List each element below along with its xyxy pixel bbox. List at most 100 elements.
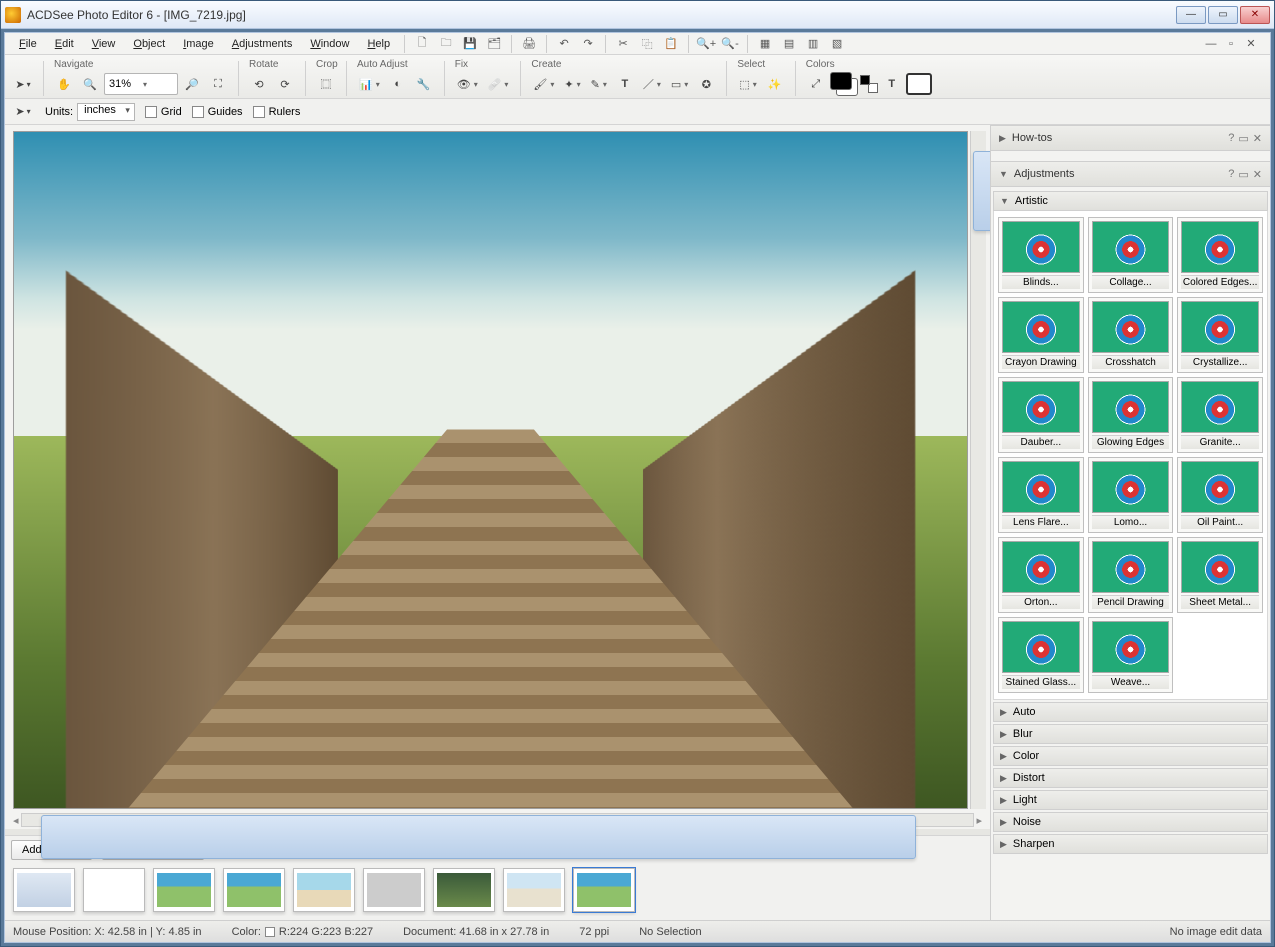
pointer-tool[interactable]: ➤▾ <box>11 72 35 96</box>
eyedropper-icon[interactable]: ⤢ <box>804 72 828 96</box>
artistic-header[interactable]: ▼Artistic <box>993 191 1268 211</box>
effect-item[interactable]: Granite... <box>1177 377 1263 453</box>
redeye-icon[interactable]: 👁 <box>453 72 482 96</box>
scroll-left-icon[interactable]: ◂ <box>13 814 21 827</box>
pointer-tool-2[interactable]: ➤▾ <box>11 100 35 124</box>
cut-icon[interactable]: ✂ <box>612 34 634 54</box>
howtos-panel-header[interactable]: ▶ How-tos ?▭✕ <box>991 125 1270 151</box>
units-select[interactable]: inches <box>77 103 135 121</box>
distort-header[interactable]: ▶Distort <box>993 768 1268 788</box>
effect-item[interactable]: Oil Paint... <box>1177 457 1263 533</box>
effect-item[interactable]: Crosshatch <box>1088 297 1174 373</box>
open-folder-icon[interactable]: 🗀 <box>435 34 457 54</box>
grid-view-icon[interactable]: ▦ <box>754 34 776 54</box>
thumbnail-item[interactable] <box>433 868 495 912</box>
grid-checkbox[interactable]: Grid <box>145 106 182 118</box>
shape-icon[interactable]: ✎ <box>587 72 611 96</box>
thumbnail-item[interactable] <box>83 868 145 912</box>
pin-icon[interactable]: ▭ <box>1238 168 1248 181</box>
undo-icon[interactable]: ↶ <box>553 34 575 54</box>
effect-item[interactable]: Stained Glass... <box>998 617 1084 693</box>
effect-item[interactable]: Weave... <box>1088 617 1174 693</box>
scroll-right-icon[interactable]: ▸ <box>974 814 982 827</box>
zoom-fit-icon[interactable]: 🔎 <box>180 72 204 96</box>
help-icon[interactable]: ? <box>1228 168 1234 181</box>
menu-object[interactable]: Object <box>125 36 173 52</box>
rect-icon[interactable]: ▭ <box>667 72 692 96</box>
thumbnail-item[interactable] <box>503 868 565 912</box>
menu-help[interactable]: Help <box>359 36 398 52</box>
image-canvas[interactable] <box>13 131 968 809</box>
cascade-icon[interactable]: ▧ <box>826 34 848 54</box>
thumbnail-item[interactable] <box>363 868 425 912</box>
rotate-right-icon[interactable]: ⟳ <box>273 72 297 96</box>
fg-swatch[interactable] <box>830 72 852 90</box>
effect-item[interactable]: Crayon Drawing <box>998 297 1084 373</box>
crop-tool-icon[interactable]: ⿴ <box>314 72 338 96</box>
heal-icon[interactable]: 🩹 <box>484 72 513 96</box>
print-icon[interactable]: 🖨 <box>518 34 540 54</box>
guides-checkbox[interactable]: Guides <box>192 106 243 118</box>
thumbnail-item[interactable] <box>293 868 355 912</box>
light-header[interactable]: ▶Light <box>993 790 1268 810</box>
menu-image[interactable]: Image <box>175 36 222 52</box>
scrollbar-thumb[interactable] <box>973 151 990 231</box>
close-button[interactable]: ✕ <box>1240 6 1270 24</box>
redo-icon[interactable]: ↷ <box>577 34 599 54</box>
copy-icon[interactable]: ⿻ <box>636 34 658 54</box>
zoom-tool-icon[interactable]: 🔍 <box>78 72 102 96</box>
help-icon[interactable]: ? <box>1228 132 1234 145</box>
brush-icon[interactable]: 🖌 <box>529 72 558 96</box>
thumbnail-item[interactable] <box>13 868 75 912</box>
effect-item[interactable]: Sheet Metal... <box>1177 537 1263 613</box>
zoom-combo[interactable]: 31%▾ <box>104 73 178 95</box>
vertical-scrollbar[interactable] <box>970 131 986 809</box>
effect-item[interactable]: Lens Flare... <box>998 457 1084 533</box>
effect-item[interactable]: Collage... <box>1088 217 1174 293</box>
menu-adjustments[interactable]: Adjustments <box>224 36 301 52</box>
save-icon[interactable]: 💾 <box>459 34 481 54</box>
effect-item[interactable]: Dauber... <box>998 377 1084 453</box>
menu-view[interactable]: View <box>84 36 124 52</box>
new-file-icon[interactable]: 🗋 <box>411 34 433 54</box>
wrench-icon[interactable]: 🔧 <box>412 72 436 96</box>
adjust-panel-header[interactable]: ▼ Adjustments ?▭✕ <box>991 161 1270 187</box>
text-color-icon[interactable]: T <box>880 72 904 96</box>
effect-item[interactable]: Blinds... <box>998 217 1084 293</box>
tile-v-icon[interactable]: ▥ <box>802 34 824 54</box>
default-fg-swatch[interactable] <box>860 75 870 85</box>
thumbnail-item[interactable] <box>573 868 635 912</box>
thumbnail-item[interactable] <box>223 868 285 912</box>
zoom-in-icon[interactable]: 🔍+ <box>695 34 717 54</box>
mdi-minimize-button[interactable]: — <box>1202 36 1220 52</box>
effect-item[interactable]: Crystallize... <box>1177 297 1263 373</box>
effect-item[interactable]: Glowing Edges <box>1088 377 1174 453</box>
save-all-icon[interactable]: 🗂 <box>483 34 505 54</box>
blur-header[interactable]: ▶Blur <box>993 724 1268 744</box>
wand-icon[interactable]: ✨ <box>763 72 787 96</box>
auto-header[interactable]: ▶Auto <box>993 702 1268 722</box>
mdi-restore-button[interactable]: ▫ <box>1222 36 1240 52</box>
levels-icon[interactable]: ◐ <box>386 72 410 96</box>
rotate-left-icon[interactable]: ⟲ <box>247 72 271 96</box>
horizontal-scrollbar[interactable] <box>21 813 974 827</box>
noise-header[interactable]: ▶Noise <box>993 812 1268 832</box>
close-panel-icon[interactable]: ✕ <box>1253 168 1262 181</box>
color-header[interactable]: ▶Color <box>993 746 1268 766</box>
fx-icon[interactable]: ✦ <box>560 72 584 96</box>
maximize-button[interactable]: ▭ <box>1208 6 1238 24</box>
zoom-out-icon[interactable]: 🔍- <box>719 34 741 54</box>
effect-item[interactable]: Lomo... <box>1088 457 1174 533</box>
thumbnail-item[interactable] <box>153 868 215 912</box>
zoom-actual-icon[interactable]: ⛶ <box>206 72 230 96</box>
effect-item[interactable]: Colored Edges... <box>1177 217 1263 293</box>
scrollbar-thumb[interactable] <box>41 815 916 859</box>
effect-item[interactable]: Pencil Drawing <box>1088 537 1174 613</box>
rulers-checkbox[interactable]: Rulers <box>253 106 301 118</box>
pin-icon[interactable]: ▭ <box>1238 132 1248 145</box>
line-icon[interactable]: ／ <box>639 72 665 96</box>
paste-icon[interactable]: 📋 <box>660 34 682 54</box>
close-panel-icon[interactable]: ✕ <box>1253 132 1262 145</box>
mdi-close-button[interactable]: ✕ <box>1242 36 1260 52</box>
menu-file[interactable]: File <box>11 36 45 52</box>
